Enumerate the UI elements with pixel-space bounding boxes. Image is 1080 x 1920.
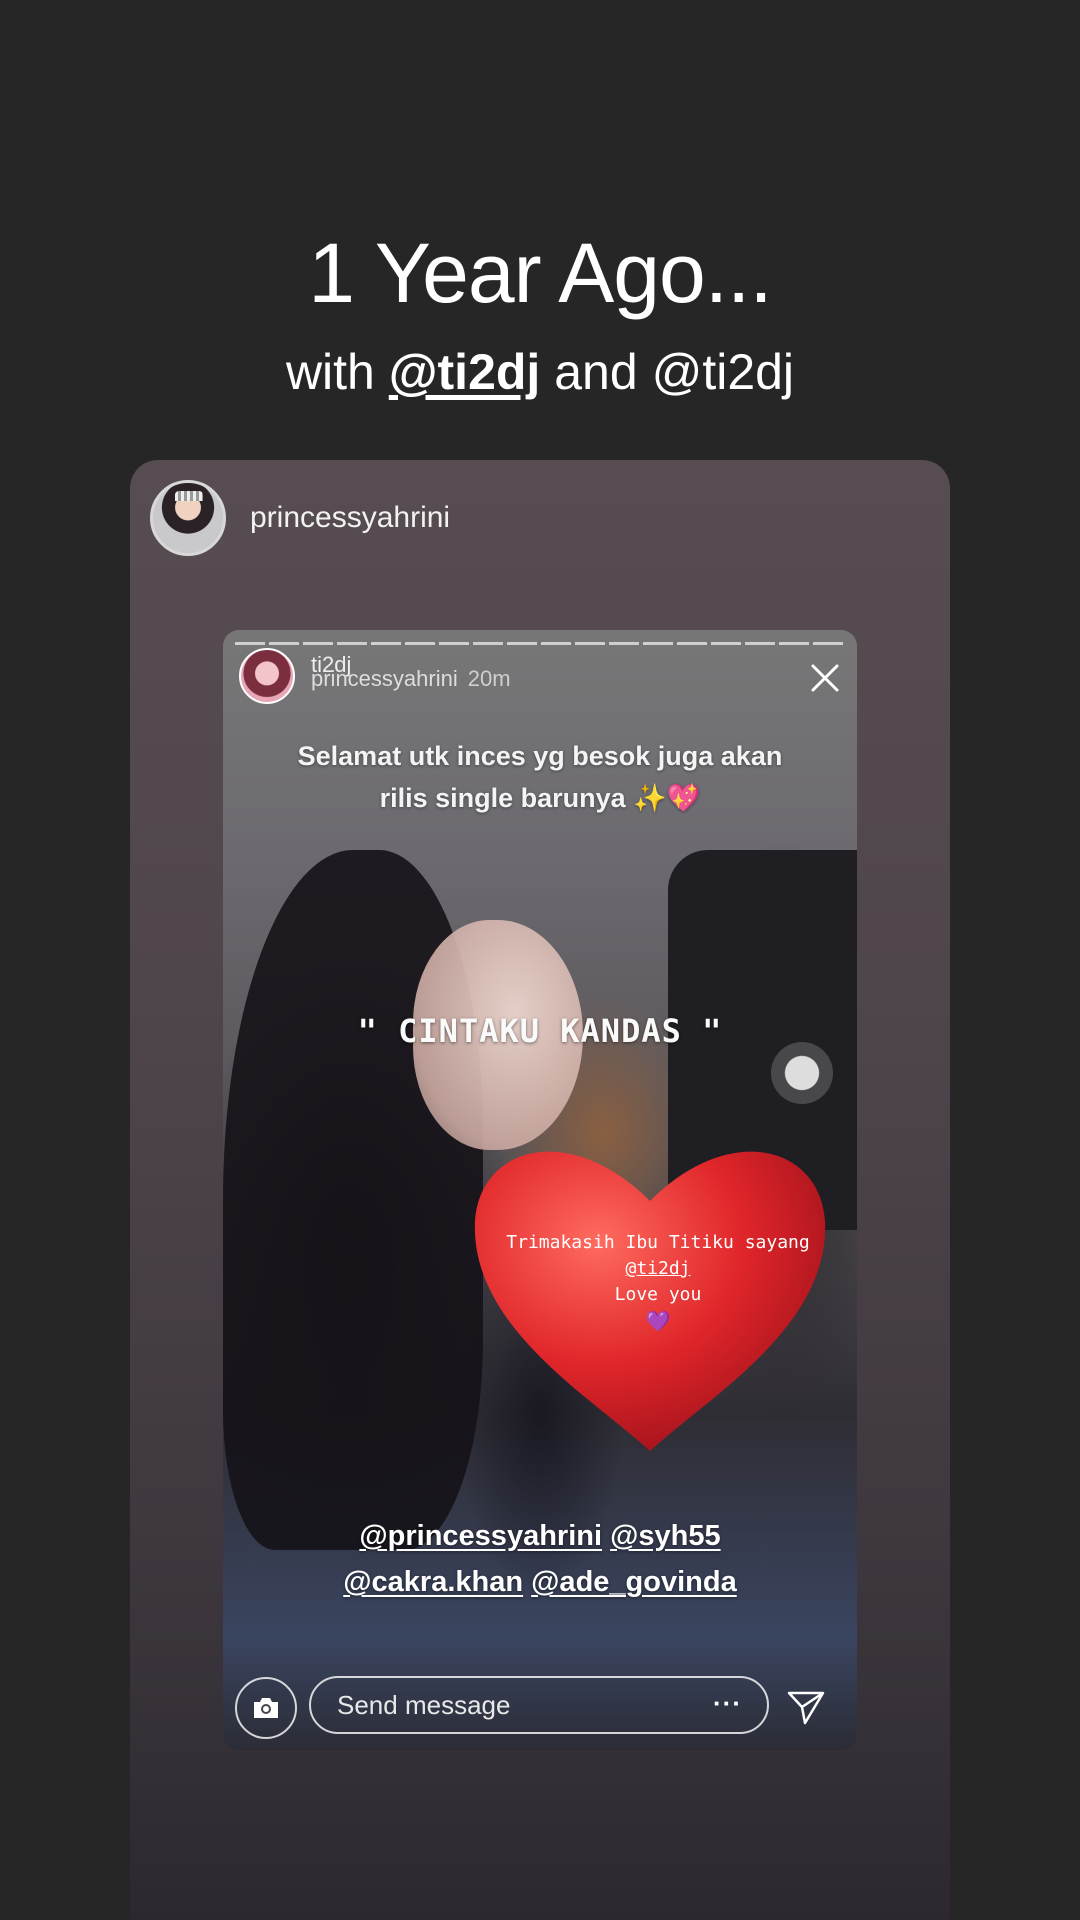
story-preview[interactable]: ti2dj princessyahrini 20m Selamat utk inc… xyxy=(223,630,857,1750)
profile-avatar[interactable] xyxy=(150,480,226,556)
purple-heart-emoji: 💜 xyxy=(645,1309,671,1333)
card-header: princessyahrini xyxy=(150,480,450,556)
card-username[interactable]: princessyahrini xyxy=(250,501,450,535)
send-icon[interactable] xyxy=(785,1685,827,1727)
crown-icon xyxy=(175,491,203,501)
mention-link-primary[interactable]: @ti2dj xyxy=(389,344,541,400)
heart-mention[interactable]: @ti2dj xyxy=(468,1256,848,1282)
camera-icon xyxy=(254,1698,278,1718)
mention-link-secondary[interactable]: @ti2dj xyxy=(652,344,794,400)
mention-cakra-khan[interactable]: @cakra.khan xyxy=(343,1566,523,1598)
memory-share-screen: 1 Year Ago... with @ti2dj and @ti2dj pri… xyxy=(0,0,1080,1920)
story-time: 20m xyxy=(467,666,511,691)
story-username[interactable]: princessyahrini xyxy=(311,666,458,691)
heart-line-3: Love you xyxy=(614,1284,702,1305)
touch-indicator xyxy=(771,1042,833,1104)
story-username-row: princessyahrini 20m xyxy=(311,666,511,692)
story-caption: Selamat utk inces yg besok juga akan ril… xyxy=(223,735,857,819)
mention-syh55[interactable]: @syh55 xyxy=(610,1520,721,1552)
send-message-input[interactable] xyxy=(309,1676,769,1734)
and-label: and xyxy=(554,344,638,400)
more-options-icon[interactable]: ··· xyxy=(713,1688,742,1719)
mention-ade-govinda[interactable]: @ade_govinda xyxy=(531,1566,737,1598)
mention-princessyahrini[interactable]: @princessyahrini xyxy=(359,1520,602,1552)
song-title: " CINTAKU KANDAS " xyxy=(357,1012,723,1050)
memory-title: 1 Year Ago... xyxy=(308,226,772,320)
story-mentions: @princessyahrini @syh55 @cakra.khan @ade… xyxy=(223,1513,857,1605)
caption-line-2: rilis single barunya ✨💖 xyxy=(379,783,701,813)
with-label: with xyxy=(285,344,375,400)
heart-line-1: Trimakasih Ibu Titiku sayang xyxy=(506,1232,810,1253)
caption-line-1: Selamat utk inces yg besok juga akan xyxy=(297,741,783,771)
camera-button[interactable] xyxy=(235,1677,297,1739)
heart-sticker-text: Trimakasih Ibu Titiku sayang @ti2dj Love… xyxy=(468,1230,848,1334)
shared-story-card[interactable]: princessyahrini ti2dj princessyahrini 20m… xyxy=(130,460,950,1920)
story-avatar[interactable] xyxy=(239,648,295,704)
memory-subtitle: with @ti2dj and @ti2dj xyxy=(0,343,1080,401)
story-progress-bar xyxy=(235,642,845,645)
close-icon[interactable] xyxy=(807,660,843,696)
